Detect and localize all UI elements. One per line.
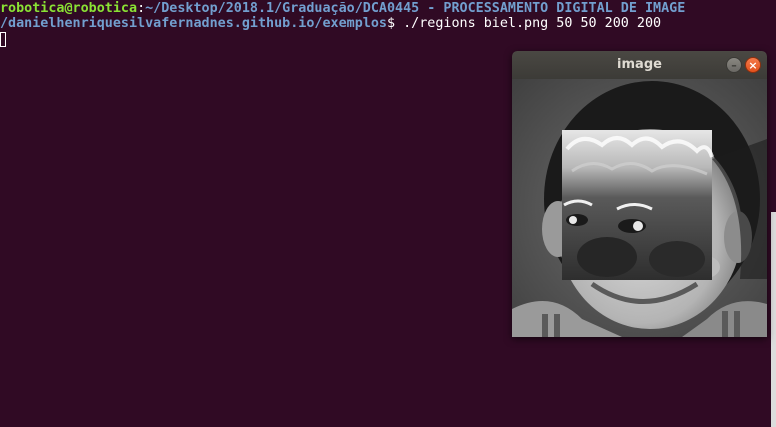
prompt-symbol: $: [386, 16, 396, 31]
terminal-scrollbar[interactable]: [771, 212, 776, 427]
image-window[interactable]: image – ×: [512, 51, 767, 337]
negative-region: [562, 130, 714, 280]
prompt-user: robotica@robotica: [0, 1, 138, 16]
close-icon: ×: [748, 59, 758, 72]
prompt-path-continued: /danielhenriquesilvafernadnes.github.io/…: [0, 16, 387, 31]
minimize-button[interactable]: –: [726, 57, 742, 73]
terminal-line: /danielhenriquesilvafernadnes.github.io/…: [0, 15, 661, 33]
prompt-path: ~/Desktop/2018.1/Graduação/DCA0445 - PRO…: [145, 1, 686, 16]
terminal-cursor: [0, 32, 6, 47]
displayed-image: [512, 79, 767, 337]
window-titlebar[interactable]: image – ×: [512, 51, 767, 79]
close-button[interactable]: ×: [745, 57, 761, 73]
command-text: ./regions biel.png 50 50 200 200: [395, 16, 662, 31]
minimize-icon: –: [731, 59, 737, 72]
prompt-separator: :: [137, 1, 146, 16]
